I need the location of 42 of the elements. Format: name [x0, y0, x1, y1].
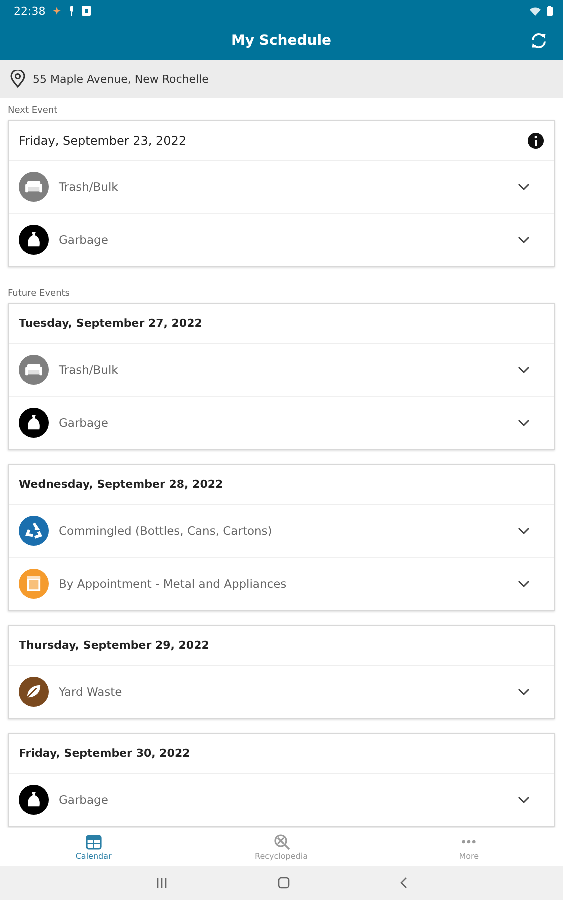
- event-date: Thursday, September 29, 2022: [19, 639, 210, 652]
- collection-row[interactable]: Trash/Bulk: [9, 161, 554, 214]
- event-date: Wednesday, September 28, 2022: [19, 478, 224, 491]
- event-date: Friday, September 23, 2022: [19, 134, 187, 148]
- nav-tab[interactable]: Calendar: [0, 828, 188, 866]
- screen-title: My Schedule: [230, 33, 333, 49]
- chevron-down-icon: [518, 419, 530, 427]
- collection-row[interactable]: By Appointment - Metal and Appliances: [9, 558, 554, 610]
- location-pin-icon: [10, 70, 26, 88]
- chevron-down-icon: [518, 688, 530, 696]
- address-bar[interactable]: 55 Maple Avenue, New Rochelle: [0, 60, 563, 98]
- calendar-icon: [84, 833, 103, 851]
- section-label: Future Events: [8, 288, 71, 301]
- chevron-down-icon: [518, 580, 530, 588]
- collection-row[interactable]: Garbage: [9, 397, 554, 449]
- event-date: Friday, September 30, 2022: [19, 747, 190, 760]
- battery-icon: [547, 6, 553, 16]
- chevron-down-icon: [518, 366, 530, 374]
- more-icon: [462, 840, 476, 844]
- wifi-icon: [530, 6, 541, 16]
- section-label: Next Event: [8, 105, 59, 118]
- microphone-icon: [68, 6, 76, 16]
- collection-row[interactable]: Trash/Bulk: [9, 344, 554, 397]
- chevron-down-icon: [518, 183, 530, 191]
- search-icon: [272, 833, 290, 851]
- chevron-down-icon: [518, 527, 530, 535]
- home-icon: [278, 877, 290, 889]
- collection-row[interactable]: Garbage: [9, 214, 554, 266]
- collection-row[interactable]: Garbage: [9, 774, 554, 826]
- back-icon: [400, 877, 408, 889]
- status-time: 22:38: [14, 4, 46, 18]
- event-date: Tuesday, September 27, 2022: [19, 317, 202, 330]
- recent-apps-icon: [156, 877, 168, 889]
- collection-row[interactable]: Yard Waste: [9, 666, 554, 718]
- chevron-down-icon: [518, 796, 530, 804]
- notification-icon: [52, 6, 62, 16]
- nav-tab[interactable]: More: [375, 828, 563, 866]
- collection-row[interactable]: Commingled (Bottles, Cans, Cartons): [9, 505, 554, 558]
- refresh-icon: [530, 32, 548, 50]
- chevron-down-icon: [518, 236, 530, 244]
- app-notification-icon: [82, 6, 91, 16]
- info-button[interactable]: [528, 132, 544, 148]
